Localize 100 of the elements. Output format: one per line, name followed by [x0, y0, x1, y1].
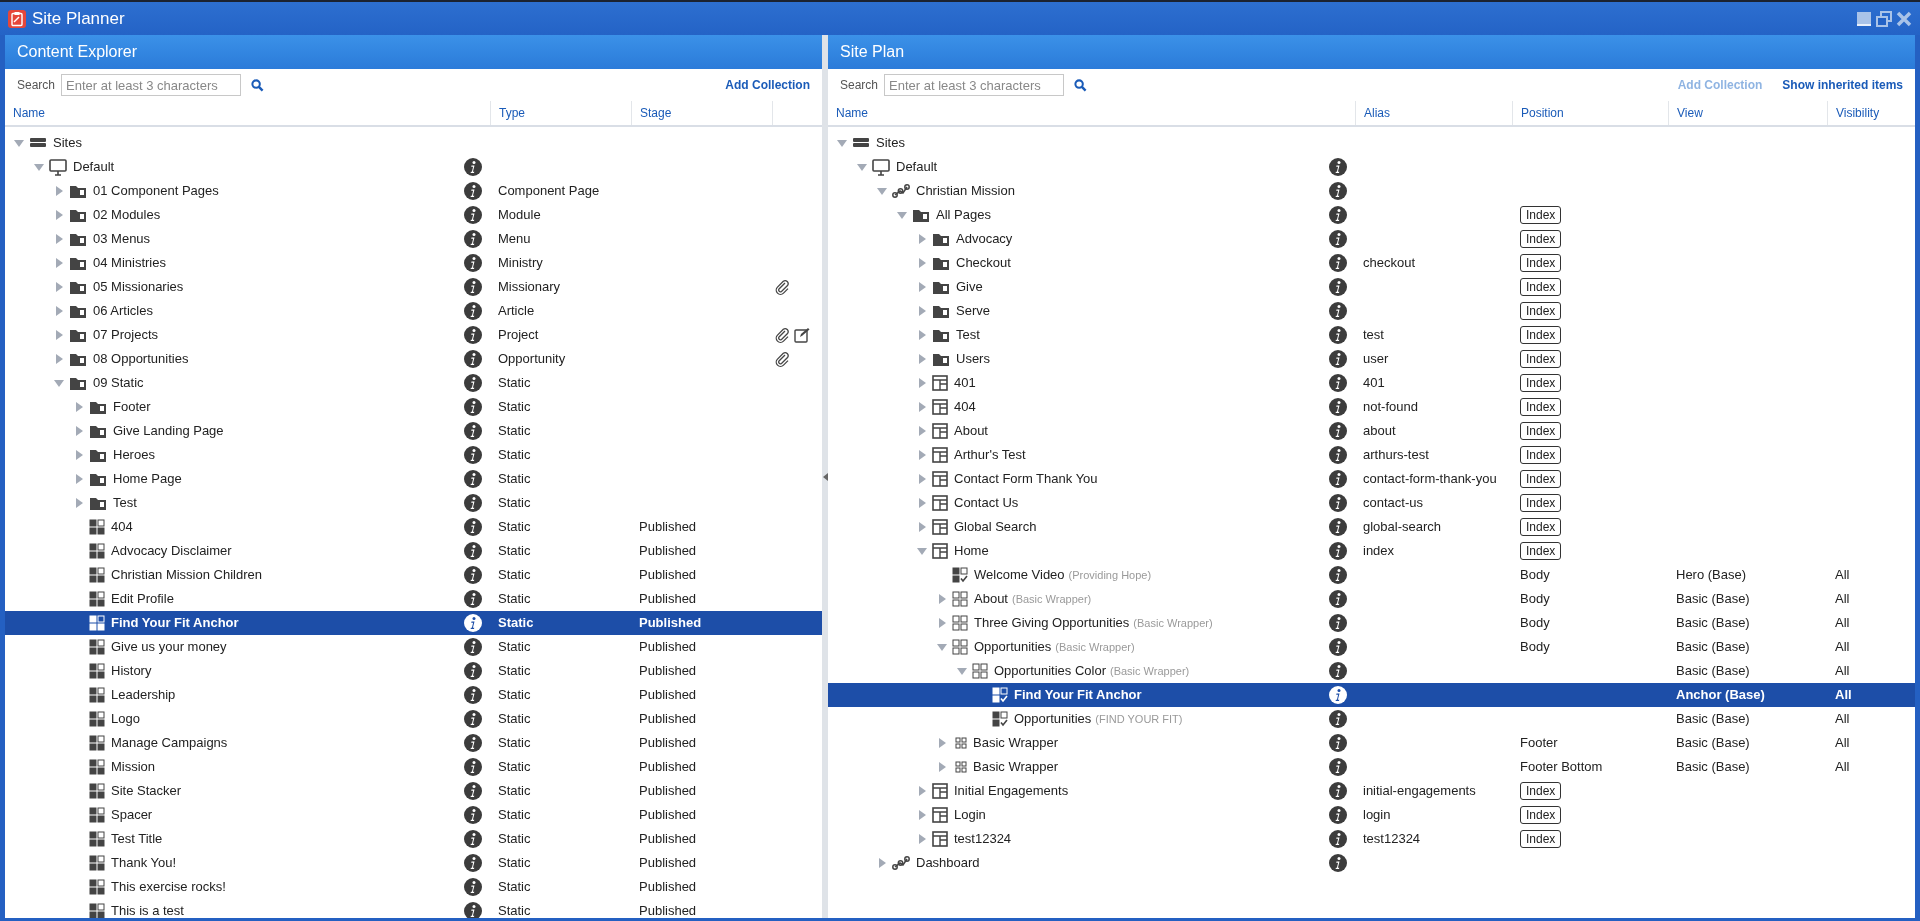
- info-icon[interactable]: [1329, 374, 1347, 392]
- paperclip-icon[interactable]: [774, 279, 790, 295]
- info-icon[interactable]: [1329, 158, 1347, 176]
- info-icon[interactable]: [1329, 470, 1347, 488]
- tree-row[interactable]: Christian Mission Children Static Published: [5, 563, 822, 587]
- tree-row[interactable]: Test Title Static Published: [5, 827, 822, 851]
- tree-row[interactable]: 06 Articles Article: [5, 299, 822, 323]
- info-icon[interactable]: [464, 326, 482, 344]
- info-icon[interactable]: [464, 806, 482, 824]
- search-icon[interactable]: [1074, 78, 1088, 92]
- index-button[interactable]: Index: [1520, 446, 1562, 465]
- tree-row[interactable]: Find Your Fit Anchor Anchor (Base) All: [828, 683, 1915, 707]
- info-icon[interactable]: [1329, 806, 1347, 824]
- info-icon[interactable]: [1329, 782, 1347, 800]
- tree-row[interactable]: 03 Menus Menu: [5, 227, 822, 251]
- index-button[interactable]: Index: [1520, 302, 1562, 321]
- info-icon[interactable]: [464, 254, 482, 272]
- tree-row[interactable]: 08 Opportunities Opportunity: [5, 347, 822, 371]
- tree-row[interactable]: Give Landing Page Static: [5, 419, 822, 443]
- tree-row[interactable]: This exercise rocks! Static Published: [5, 875, 822, 899]
- tree-row[interactable]: History Static Published: [5, 659, 822, 683]
- tree-row[interactable]: Sites: [828, 131, 1915, 155]
- info-icon[interactable]: [464, 398, 482, 416]
- info-icon[interactable]: [464, 782, 482, 800]
- tree-row[interactable]: 04 Ministries Ministry: [5, 251, 822, 275]
- search-field[interactable]: Enter at least 3 characters: [884, 74, 1065, 96]
- info-icon[interactable]: [464, 878, 482, 896]
- tree-row[interactable]: Opportunities Color (Basic Wrapper) Basic (Base) All: [828, 659, 1915, 683]
- toolbar-link[interactable]: Show inherited items: [1782, 76, 1903, 94]
- info-icon[interactable]: [464, 302, 482, 320]
- tree-row[interactable]: Site Stacker Static Published: [5, 779, 822, 803]
- restore-icon[interactable]: [1876, 10, 1892, 27]
- column-header[interactable]: Stage: [640, 104, 672, 122]
- info-icon[interactable]: [464, 758, 482, 776]
- column-header[interactable]: View: [1677, 104, 1703, 122]
- index-button[interactable]: Index: [1520, 782, 1562, 801]
- info-icon[interactable]: [1329, 230, 1347, 248]
- index-button[interactable]: Index: [1520, 326, 1562, 345]
- tree-row[interactable]: Spacer Static Published: [5, 803, 822, 827]
- info-icon[interactable]: [1329, 854, 1347, 872]
- index-button[interactable]: Index: [1520, 422, 1562, 441]
- tree-row[interactable]: Welcome Video (Providing Hope) Body Hero (Base) All: [828, 563, 1915, 587]
- info-icon[interactable]: [464, 614, 482, 632]
- info-icon[interactable]: [464, 590, 482, 608]
- tree-row[interactable]: Heroes Static: [5, 443, 822, 467]
- info-icon[interactable]: [1329, 254, 1347, 272]
- tree-row[interactable]: Basic Wrapper Footer Basic (Base) All: [828, 731, 1915, 755]
- info-icon[interactable]: [1329, 446, 1347, 464]
- tree-row[interactable]: This is a test Static Published: [5, 899, 822, 918]
- info-icon[interactable]: [1329, 638, 1347, 656]
- index-button[interactable]: Index: [1520, 230, 1562, 249]
- index-button[interactable]: Index: [1520, 470, 1562, 489]
- tree-row[interactable]: 09 Static Static: [5, 371, 822, 395]
- info-icon[interactable]: [464, 494, 482, 512]
- tree-row[interactable]: Sites: [5, 131, 822, 155]
- info-icon[interactable]: [1329, 830, 1347, 848]
- info-icon[interactable]: [464, 734, 482, 752]
- info-icon[interactable]: [464, 518, 482, 536]
- index-button[interactable]: Index: [1520, 518, 1562, 537]
- info-icon[interactable]: [464, 638, 482, 656]
- tree-row[interactable]: test12324 test12324 Index: [828, 827, 1915, 851]
- index-button[interactable]: Index: [1520, 254, 1562, 273]
- info-icon[interactable]: [464, 374, 482, 392]
- edit-icon[interactable]: [794, 327, 810, 343]
- tree-row[interactable]: Test Static: [5, 491, 822, 515]
- tree-row[interactable]: Contact Form Thank You contact-form-thank-you Index: [828, 467, 1915, 491]
- tree-row[interactable]: Mission Static Published: [5, 755, 822, 779]
- info-icon[interactable]: [1329, 422, 1347, 440]
- tree-row[interactable]: Thank You! Static Published: [5, 851, 822, 875]
- column-header[interactable]: Name: [13, 104, 45, 122]
- tree-row[interactable]: Home Page Static: [5, 467, 822, 491]
- info-icon[interactable]: [1329, 542, 1347, 560]
- info-icon[interactable]: [464, 566, 482, 584]
- tree-row[interactable]: Users user Index: [828, 347, 1915, 371]
- tree-row[interactable]: Edit Profile Static Published: [5, 587, 822, 611]
- info-icon[interactable]: [1329, 494, 1347, 512]
- index-button[interactable]: Index: [1520, 350, 1562, 369]
- info-icon[interactable]: [464, 182, 482, 200]
- tree-row[interactable]: Leadership Static Published: [5, 683, 822, 707]
- info-icon[interactable]: [1329, 710, 1347, 728]
- column-header[interactable]: Name: [836, 104, 868, 122]
- tree-row[interactable]: 404 not-found Index: [828, 395, 1915, 419]
- search-icon[interactable]: [251, 78, 265, 92]
- info-icon[interactable]: [1329, 566, 1347, 584]
- info-icon[interactable]: [464, 542, 482, 560]
- info-icon[interactable]: [1329, 734, 1347, 752]
- info-icon[interactable]: [464, 350, 482, 368]
- info-icon[interactable]: [1329, 662, 1347, 680]
- tree-row[interactable]: Checkout checkout Index: [828, 251, 1915, 275]
- tree-row[interactable]: Advocacy Index: [828, 227, 1915, 251]
- info-icon[interactable]: [1329, 614, 1347, 632]
- info-icon[interactable]: [464, 446, 482, 464]
- tree-row[interactable]: 05 Missionaries Missionary: [5, 275, 822, 299]
- close-icon[interactable]: [1896, 10, 1912, 27]
- tree-row[interactable]: Global Search global-search Index: [828, 515, 1915, 539]
- info-icon[interactable]: [464, 158, 482, 176]
- tree-row[interactable]: Default: [5, 155, 822, 179]
- info-icon[interactable]: [464, 686, 482, 704]
- paperclip-icon[interactable]: [774, 327, 790, 343]
- tree-row[interactable]: About (Basic Wrapper) Body Basic (Base) All: [828, 587, 1915, 611]
